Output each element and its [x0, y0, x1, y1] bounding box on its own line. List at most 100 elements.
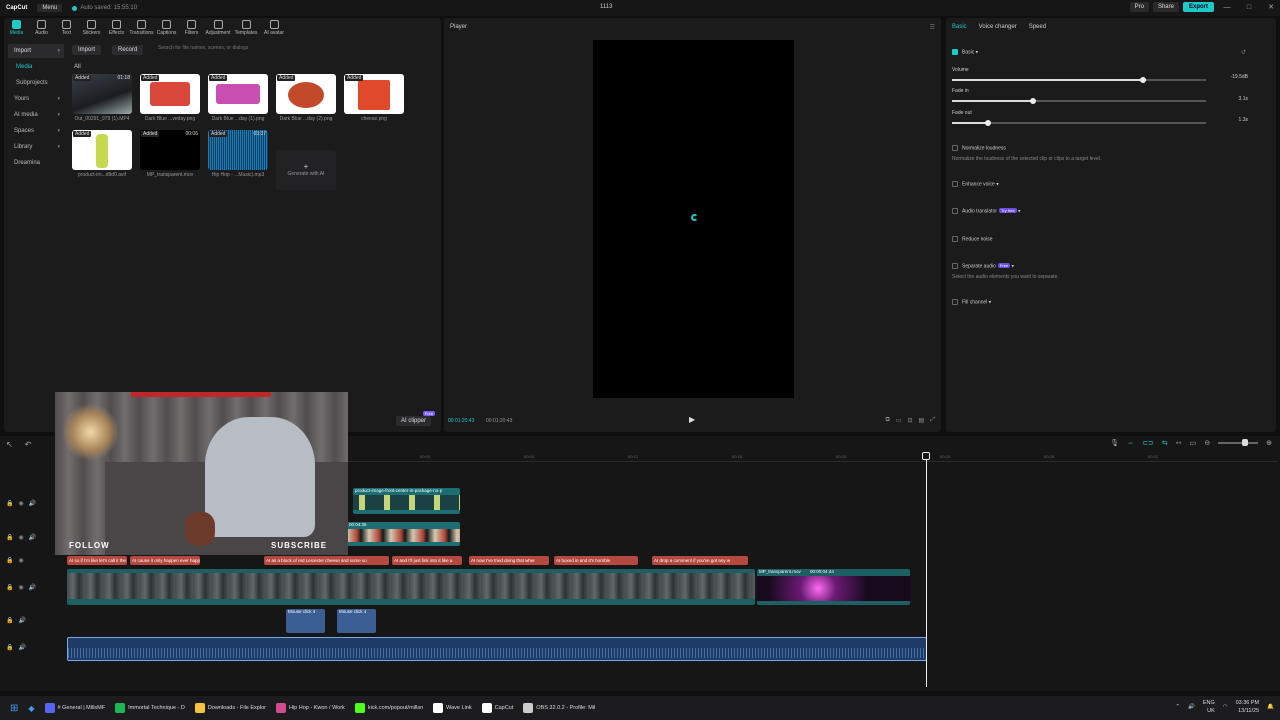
media-thumbnail[interactable]: Added 01:18 [72, 74, 132, 114]
slider-knob[interactable] [984, 120, 991, 126]
basic-section-header[interactable]: Basic ▾ [952, 49, 978, 55]
taskbar-app[interactable]: Wave Link [433, 703, 472, 713]
caption-clip[interactable]: AI cause it only happen ever happens lat… [130, 556, 200, 565]
toolbar-captions[interactable]: Captions [154, 18, 179, 40]
media-thumbnail[interactable]: Added [276, 74, 336, 114]
fadein-value[interactable]: 3.1s [1239, 96, 1248, 102]
main-video-clip[interactable] [67, 569, 755, 605]
sidebar-item-import[interactable]: Import ▾ [8, 44, 64, 58]
music-clip[interactable] [67, 637, 927, 661]
zoom-in-icon[interactable]: ⊕ [1266, 439, 1272, 447]
playhead[interactable] [926, 452, 927, 687]
record-button[interactable]: Record [112, 45, 144, 55]
reduce-noise-checkbox[interactable] [952, 236, 958, 242]
normalize-checkbox[interactable] [952, 145, 958, 151]
mute-icon[interactable]: 🔊 [29, 500, 36, 507]
undo-icon[interactable]: ↶ [25, 440, 32, 449]
ai-clipper-button[interactable]: AI clipper Free [396, 411, 436, 426]
toolbar-filters[interactable]: Filters [179, 18, 204, 40]
search-input[interactable]: Search for file names, scenes, or dialog… [150, 45, 370, 55]
fade-out-slider[interactable] [952, 120, 1206, 126]
media-thumbnail[interactable]: Added [208, 74, 268, 114]
separate-audio-row[interactable]: Separate audio Free ▾ [952, 263, 1014, 269]
filter-all-label[interactable]: All [74, 64, 81, 70]
tab-speed[interactable]: Speed [1029, 24, 1046, 30]
lock-icon[interactable]: 🔒 [6, 534, 13, 541]
toolbar-adjustment[interactable]: Adjustment [204, 18, 232, 40]
toolbar-transitions[interactable]: Transitions [129, 18, 154, 40]
reduce-noise-row[interactable]: Reduce noise [952, 236, 993, 242]
caption-clip[interactable]: AI as a block of red Leicester cheese an… [264, 556, 389, 565]
slider-knob[interactable] [1030, 98, 1037, 104]
taskbar-app[interactable]: OBS 32.0.2 - Profile: Mil [523, 703, 595, 713]
close-icon[interactable]: ✕ [1262, 3, 1280, 11]
select-tool-icon[interactable]: ↖ [6, 440, 13, 449]
sidebar-item-yours[interactable]: Yours ▾ [8, 92, 64, 106]
mp-transparent-clip[interactable]: MP_transparent.mov 00:00:04:44 [757, 569, 910, 605]
tab-voice-changer[interactable]: Voice changer [979, 24, 1017, 30]
caption-clip[interactable]: AI so if I'm like let's call it the midd… [67, 556, 127, 565]
media-thumbnail[interactable]: Added [140, 74, 200, 114]
generate-ai-tile[interactable]: + Generate with AI [276, 150, 336, 190]
sidebar-item-library[interactable]: Library ▾ [8, 140, 64, 154]
minimize-icon[interactable]: — [1218, 4, 1236, 11]
zoom-knob[interactable] [1242, 439, 1249, 446]
taskbar-app[interactable]: Hip Hop - Kwon / Work [275, 703, 345, 713]
lock-icon[interactable]: 🔒 [6, 500, 13, 507]
media-thumbnail[interactable]: Added 03:37 [208, 130, 268, 170]
lock-icon[interactable]: 🔒 [6, 617, 13, 624]
slider-knob[interactable] [1139, 77, 1146, 83]
eye-icon[interactable]: ◉ [18, 500, 23, 507]
enhance-checkbox[interactable] [952, 181, 958, 187]
menu-icon[interactable]: ☰ [930, 24, 935, 31]
taskbar-app[interactable]: Downloads - File Explor [194, 703, 266, 713]
import-button[interactable]: Import [72, 45, 102, 55]
crop-icon[interactable]: ⧉ [886, 417, 890, 424]
play-icon[interactable]: ▶ [689, 415, 695, 424]
lock-icon[interactable]: 🔒 [6, 557, 13, 564]
caption-clip[interactable]: AI now I've tried doing that wher [469, 556, 549, 565]
separate-audio-checkbox[interactable] [952, 263, 958, 269]
volume-slider[interactable] [952, 77, 1206, 83]
taskbar-app[interactable]: # General | MillsMF [44, 703, 105, 713]
maximize-icon[interactable]: □ [1240, 4, 1258, 11]
snap-icon[interactable]: ⇆ [1162, 439, 1168, 447]
menu-button[interactable]: Menu [37, 4, 63, 12]
taskbar-app[interactable]: kick.com/popout/millsn [354, 703, 423, 713]
normalize-row[interactable]: Normalize loudness [952, 145, 1006, 151]
fullscreen-icon[interactable]: ⤢ [930, 417, 935, 424]
caption-clip[interactable]: AI boxed in and it's horrible [554, 556, 638, 565]
caption-clip[interactable]: AI and I'll just link into it like a [392, 556, 462, 565]
sidebar-item-spaces[interactable]: Spaces ▾ [8, 124, 64, 138]
sidebar-item-ai-media[interactable]: AI media ▾ [8, 108, 64, 122]
fill-channel-checkbox[interactable] [952, 299, 958, 305]
toolbar-templates[interactable]: Templates [232, 18, 260, 40]
toolbar-effects[interactable]: Effects [104, 18, 129, 40]
toolbar-audio[interactable]: Audio [29, 18, 54, 40]
toolbar-text[interactable]: Text [54, 18, 79, 40]
quality-icon[interactable]: ▤ [919, 417, 925, 424]
product-image-clip[interactable]: product-image-front-center-in-package-no… [353, 488, 460, 514]
mute-icon[interactable]: 🔊 [18, 617, 25, 624]
basic-checkbox[interactable] [952, 49, 958, 55]
toolbar-ai-avatar[interactable]: AI avatar [260, 18, 288, 40]
playhead-handle[interactable] [922, 452, 930, 460]
translator-row[interactable]: Audio translator Try free ▾ [952, 208, 1021, 214]
sfx-clip[interactable]: Mouse click 4 [286, 609, 325, 633]
media-thumbnail[interactable]: Added [72, 130, 132, 170]
preview-axis-icon[interactable]: ▭ [1190, 439, 1197, 447]
chevron-up-icon[interactable]: ⌃ [1175, 704, 1180, 710]
mic-icon[interactable]: 🎙 [1110, 439, 1119, 447]
volume-value[interactable]: -19.5dB [1230, 74, 1248, 80]
copilot-icon[interactable]: ◆ [28, 704, 34, 713]
zoom-out-icon[interactable]: ⊖ [1204, 439, 1210, 447]
link-icon[interactable]: ⇔ [1127, 440, 1134, 447]
share-button[interactable]: Share [1152, 2, 1179, 12]
sidebar-item-media[interactable]: Media [8, 60, 64, 74]
snapshot-icon[interactable]: ⊡ [907, 417, 912, 424]
sidebar-item-dreamina[interactable]: Dreamina [8, 156, 64, 170]
toolbar-media[interactable]: Media [4, 18, 29, 40]
volume-icon[interactable]: 🔊 [1188, 704, 1195, 710]
translator-checkbox[interactable] [952, 208, 958, 214]
enhance-row[interactable]: Enhance voice ▾ [952, 181, 999, 187]
